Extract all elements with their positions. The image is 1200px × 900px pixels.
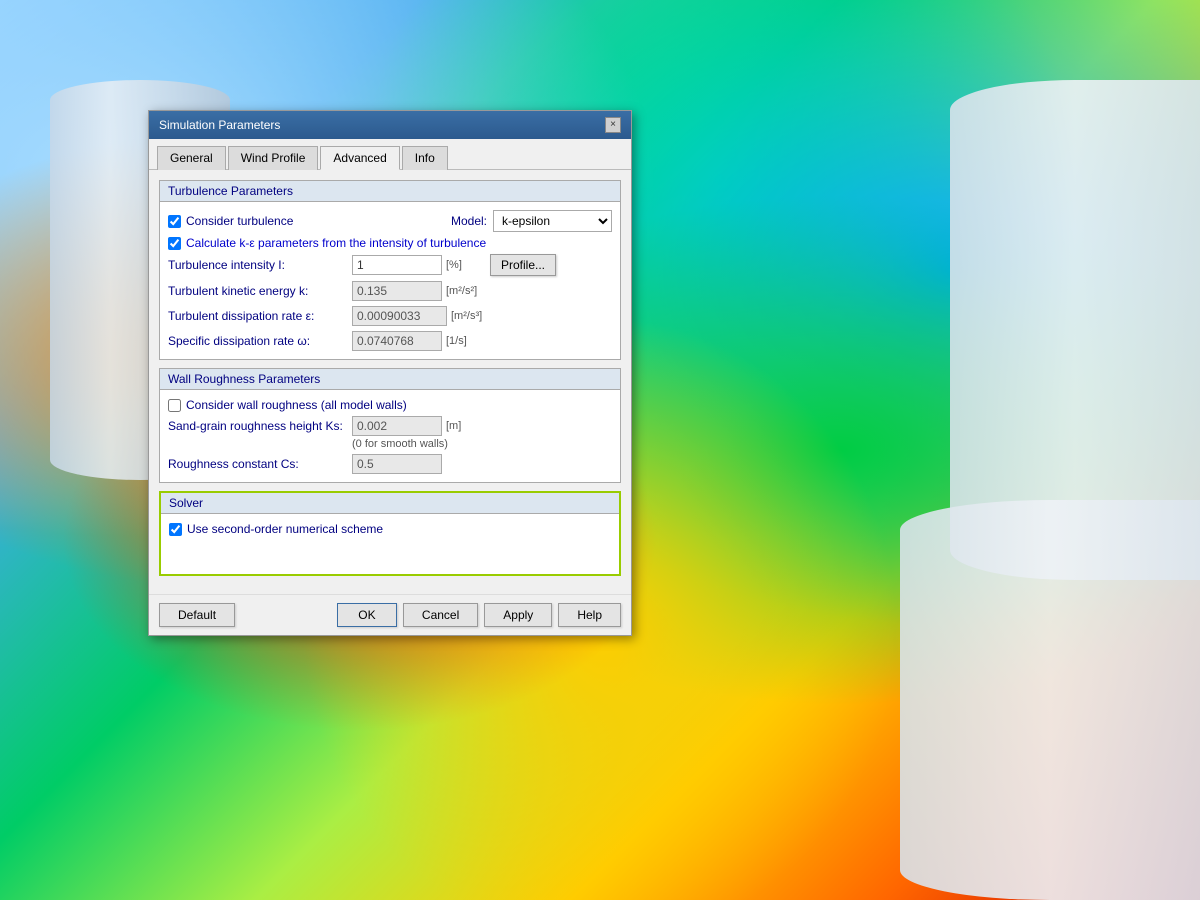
sand-grain-input[interactable] [352,416,442,436]
roughness-const-input[interactable] [352,454,442,474]
solver-content: Use second-order numerical scheme [161,514,619,574]
calc-k-epsilon-checkbox[interactable] [168,237,181,250]
consider-turbulence-row: Consider turbulence Model: k-epsilon k-o… [168,210,612,232]
dialog-content: Turbulence Parameters Consider turbulenc… [149,170,631,594]
turbulence-intensity-row: Turbulence intensity I: [%] Profile... [168,254,612,276]
dissipation-rate-label: Turbulent dissipation rate ε: [168,309,348,323]
sand-grain-row: Sand-grain roughness height Ks: [m] [168,416,612,436]
specific-dissipation-input[interactable] [352,331,442,351]
specific-dissipation-row: Specific dissipation rate ω: [1/s] [168,331,612,351]
calc-k-epsilon-row: Calculate k-ε parameters from the intens… [168,236,612,250]
model-label: Model: [451,214,487,228]
sand-grain-row-group: Sand-grain roughness height Ks: [m] (0 f… [168,416,612,450]
dialog-title: Simulation Parameters [159,118,280,132]
tab-wind-profile[interactable]: Wind Profile [228,146,319,170]
roughness-const-label: Roughness constant Cs: [168,457,348,471]
profile-button[interactable]: Profile... [490,254,556,276]
intensity-label: Turbulence intensity I: [168,258,348,272]
kinetic-energy-label: Turbulent kinetic energy k: [168,284,348,298]
roughness-const-row: Roughness constant Cs: [168,454,612,474]
turbulence-content: Consider turbulence Model: k-epsilon k-o… [160,202,620,359]
kinetic-energy-row: Turbulent kinetic energy k: [m²/s²] [168,281,612,301]
tab-general[interactable]: General [157,146,226,170]
dissipation-rate-row: Turbulent dissipation rate ε: [m²/s³] [168,306,612,326]
dissipation-rate-unit: [m²/s³] [451,310,491,322]
tabs-area: General Wind Profile Advanced Info [149,139,631,170]
wall-roughness-group: Wall Roughness Parameters Consider wall … [159,368,621,483]
ok-button[interactable]: OK [337,603,397,627]
dissipation-rate-input[interactable] [352,306,447,326]
cylinder-right-bottom [900,500,1200,900]
sand-grain-unit: [m] [446,420,486,432]
consider-turbulence-label: Consider turbulence [186,214,293,228]
solver-group: Solver Use second-order numerical scheme [159,491,621,576]
kinetic-energy-unit: [m²/s²] [446,285,486,297]
kinetic-energy-input[interactable] [352,281,442,301]
dialog-title-bar: Simulation Parameters × [149,111,631,139]
turbulence-title: Turbulence Parameters [160,181,620,202]
apply-button[interactable]: Apply [484,603,552,627]
sand-grain-note: (0 for smooth walls) [352,438,612,450]
turbulence-group: Turbulence Parameters Consider turbulenc… [159,180,621,360]
tab-advanced[interactable]: Advanced [320,146,399,170]
calc-k-epsilon-label: Calculate k-ε parameters from the intens… [186,236,486,250]
model-dropdown[interactable]: k-epsilon k-omega Spalart-Allmaras [493,210,612,232]
consider-roughness-checkbox[interactable] [168,399,181,412]
second-order-checkbox[interactable] [169,523,182,536]
sand-grain-label: Sand-grain roughness height Ks: [168,419,348,433]
consider-roughness-row: Consider wall roughness (all model walls… [168,398,612,412]
consider-roughness-label: Consider wall roughness (all model walls… [186,398,407,412]
consider-turbulence-checkbox[interactable] [168,215,181,228]
simulation-parameters-dialog: Simulation Parameters × General Wind Pro… [148,110,632,636]
intensity-unit: [%] [446,259,486,271]
dialog-footer: Default OK Cancel Apply Help [149,594,631,635]
help-button[interactable]: Help [558,603,621,627]
second-order-label: Use second-order numerical scheme [187,522,383,536]
specific-dissipation-label: Specific dissipation rate ω: [168,334,348,348]
default-button[interactable]: Default [159,603,235,627]
dialog-close-button[interactable]: × [605,117,621,133]
consider-turbulence-left: Consider turbulence [168,214,293,228]
model-selector-group: Model: k-epsilon k-omega Spalart-Allmara… [451,210,612,232]
intensity-input[interactable] [352,255,442,275]
tab-info[interactable]: Info [402,146,448,170]
second-order-row: Use second-order numerical scheme [169,522,611,536]
cancel-button[interactable]: Cancel [403,603,478,627]
solver-title: Solver [161,493,619,514]
specific-dissipation-unit: [1/s] [446,335,486,347]
wall-roughness-content: Consider wall roughness (all model walls… [160,390,620,482]
wall-roughness-title: Wall Roughness Parameters [160,369,620,390]
